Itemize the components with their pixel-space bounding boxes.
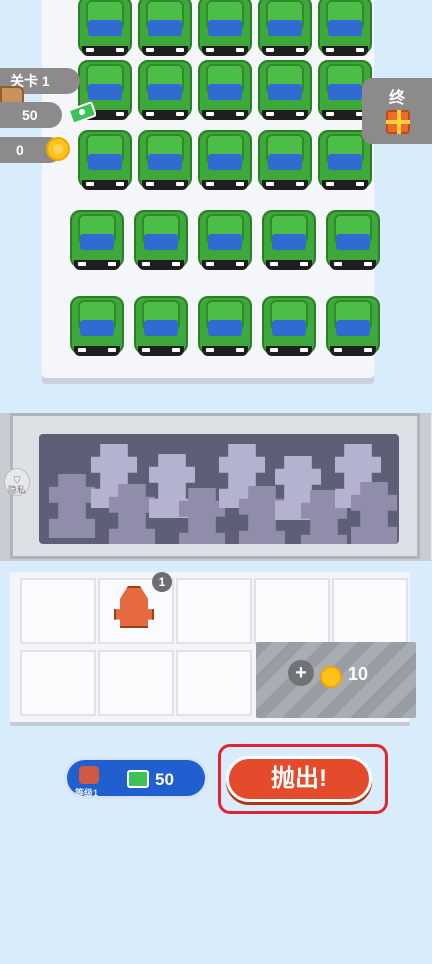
crusher-frame [10,413,420,559]
upgrade-button[interactable]: 等级1 50 [64,757,208,799]
throw-button[interactable]: 抛出! [226,756,372,802]
crusher-pit [39,434,399,544]
car[interactable] [256,56,314,124]
car[interactable] [256,126,314,194]
unlock-price: 10 [348,664,369,684]
storage-slot[interactable] [176,578,252,644]
car[interactable] [324,292,382,360]
upgrade-piece-icon [79,766,99,784]
car[interactable] [196,206,254,274]
coin-icon [320,666,342,688]
privacy-button[interactable]: ⛉ 隐私 [4,468,30,496]
plus-icon[interactable]: + [288,660,314,686]
storage-slot[interactable] [20,578,96,644]
final-reward[interactable]: 终 [362,78,432,144]
car[interactable] [68,206,126,274]
car[interactable] [136,126,194,194]
car[interactable] [132,206,190,274]
car-grid [48,0,380,372]
final-label: 终 [388,90,405,107]
cash-counter: 50 [0,102,62,128]
car[interactable] [260,292,318,360]
car[interactable] [196,0,254,60]
coin-icon [46,137,70,161]
cash-icon [68,101,96,124]
car[interactable] [256,0,314,60]
car[interactable] [324,206,382,274]
car[interactable] [136,56,194,124]
car[interactable] [136,0,194,60]
storage-grid [10,572,416,722]
car[interactable] [196,56,254,124]
crusher-blade [49,474,95,538]
upgrade-level-label: 等级1 [75,788,99,798]
shield-icon: ⛉ [13,475,21,485]
gift-icon [386,110,410,134]
car[interactable] [316,0,374,60]
storage-slot[interactable] [98,650,174,716]
car[interactable] [196,126,254,194]
car[interactable] [196,292,254,360]
car[interactable] [260,206,318,274]
cash-icon [127,770,149,788]
car-board [42,0,380,378]
car[interactable] [68,292,126,360]
storage-slot[interactable] [254,578,330,644]
piece-count-badge: 1 [152,572,172,592]
car[interactable] [76,126,134,194]
car[interactable] [132,292,190,360]
car[interactable] [76,0,134,60]
storage-slot[interactable] [20,650,96,716]
storage-slot[interactable] [332,578,408,644]
crusher-tray [0,413,431,561]
storage-slot[interactable] [176,650,252,716]
upgrade-price: 50 [155,770,174,789]
privacy-label: 隐私 [7,485,26,495]
crusher-blade [179,488,225,544]
